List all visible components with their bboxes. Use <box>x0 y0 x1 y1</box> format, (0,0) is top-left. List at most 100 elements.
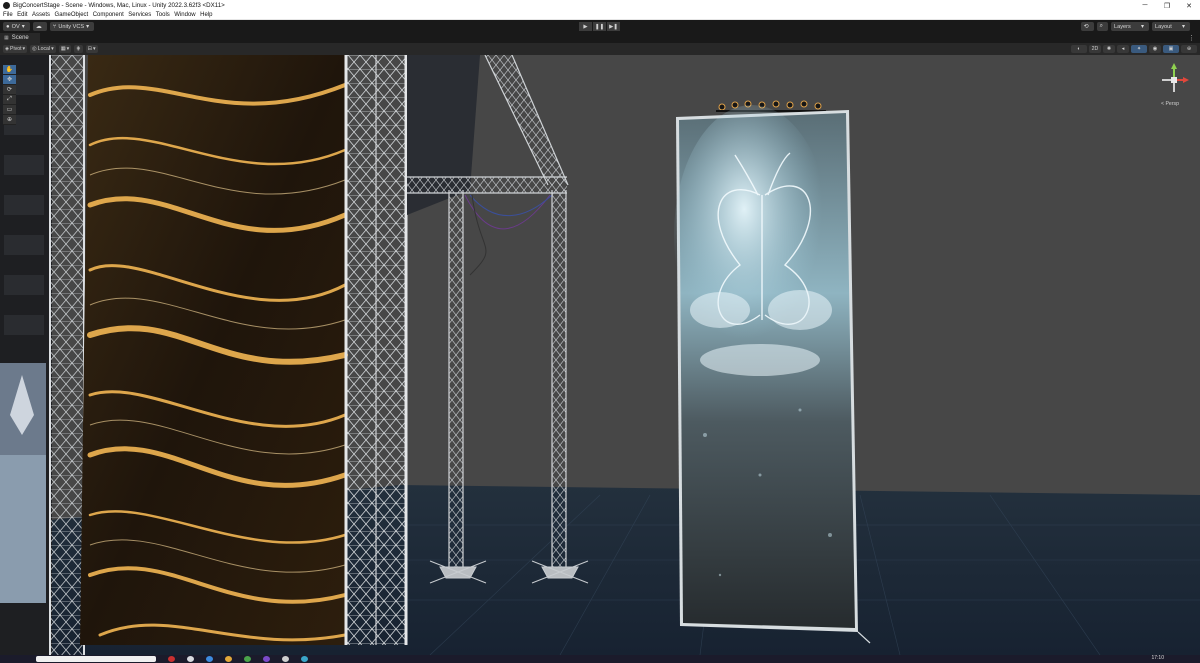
chevron-down-icon: ▾ <box>86 24 90 30</box>
tab-scene[interactable]: ▦ Scene <box>0 33 40 43</box>
account-button[interactable]: ● OV ▾ <box>3 22 30 31</box>
version-control-button[interactable]: ⑂ Unity VCS ▾ <box>49 22 95 31</box>
toolbar-right: ⟲ ⌕ Layers ▾ Layout ▾ <box>1078 22 1190 31</box>
menu-assets[interactable]: Assets <box>32 12 50 18</box>
branch-icon: ⑂ <box>52 23 57 30</box>
chevron-down-icon: ▾ <box>1181 24 1185 30</box>
hidden-objects-toggle[interactable]: ◉ <box>1149 45 1161 53</box>
light-bulb-icon: ✺ <box>1106 46 1112 52</box>
chevron-down-icon: ▾ <box>21 24 25 30</box>
eye-icon: ◉ <box>1152 46 1158 52</box>
snap-increment-button[interactable]: ⋕ <box>74 45 83 53</box>
scene-toolbar-right: ◐ 2D ✺ ◂ ✦ ◉ ▣ ⊕ <box>1069 45 1197 53</box>
app-icon[interactable] <box>187 656 194 662</box>
scene-tab-icon: ▦ <box>4 35 9 41</box>
chevron-down-icon: ▾ <box>66 46 70 52</box>
play-controls: ▶ ❚❚ ▶❚ <box>579 22 621 31</box>
app-icon[interactable] <box>244 656 251 662</box>
menu-window[interactable]: Window <box>174 12 195 18</box>
menu-services[interactable]: Services <box>128 12 151 18</box>
app-icon[interactable] <box>206 656 213 662</box>
cloud-button[interactable]: ☁ <box>32 22 47 31</box>
grid-snapping-button[interactable]: ▦ ▾ <box>58 45 72 53</box>
rect-icon[interactable]: ▭ <box>3 105 16 115</box>
gizmos-button[interactable]: ⊕ <box>1181 45 1197 53</box>
draw-mode-button[interactable]: ◐ <box>1071 45 1087 53</box>
ruler-icon: ⊟ <box>87 46 92 52</box>
search-button[interactable]: ⌕ <box>1096 22 1108 31</box>
step-button[interactable]: ▶❚ <box>607 22 620 31</box>
app-icon[interactable] <box>282 656 289 662</box>
hand-icon[interactable]: ✋ <box>3 65 16 75</box>
search-icon: ⌕ <box>1099 23 1103 29</box>
space-dropdown[interactable]: ◎ Local ▾ <box>30 45 56 53</box>
menu-component[interactable]: Component <box>93 12 124 18</box>
layout-label: Layout <box>1155 23 1172 30</box>
pivot-label: Pivot <box>10 46 22 52</box>
history-icon: ⟲ <box>1083 24 1089 30</box>
menu-tools[interactable]: Tools <box>156 12 170 18</box>
layers-label: Layers <box>1114 23 1131 30</box>
pivot-icon: ◈ <box>5 46 9 52</box>
tab-row: ▦ Scene ⋮ <box>0 33 1200 43</box>
chevron-down-icon: ▾ <box>51 46 54 52</box>
effects-toggle[interactable]: ✦ <box>1131 45 1147 53</box>
local-space-icon: ◎ <box>32 46 37 52</box>
main-toolbar: ● OV ▾ ☁ ⑂ Unity VCS ▾ ▶ ❚❚ ▶❚ ⟲ ⌕ Layer… <box>0 20 1200 33</box>
maximize-button[interactable]: ❐ <box>1156 0 1178 11</box>
mode-2d-button[interactable]: 2D <box>1089 45 1101 53</box>
app-icon[interactable] <box>168 656 175 662</box>
camera-settings-button[interactable]: ▣ <box>1163 45 1179 53</box>
chevron-down-icon: ▾ <box>92 46 96 52</box>
snap-icon: ⋕ <box>76 46 81 52</box>
scene-render <box>0 55 1200 655</box>
effects-icon: ✦ <box>1136 46 1142 52</box>
projection-toggle[interactable]: < Persp <box>1161 101 1179 107</box>
lighting-toggle[interactable]: ✺ <box>1103 45 1115 53</box>
gizmos-icon: ⊕ <box>1186 46 1192 52</box>
taskbar-search[interactable] <box>36 656 156 662</box>
menu-file[interactable]: File <box>3 12 13 18</box>
scene-tab-label: Scene <box>11 35 29 41</box>
move-icon[interactable]: ✥ <box>3 75 16 85</box>
layers-dropdown[interactable]: Layers ▾ <box>1111 22 1149 31</box>
chevron-down-icon: ▾ <box>1140 24 1144 30</box>
scale-icon[interactable]: ⤢ <box>3 95 16 105</box>
pause-button[interactable]: ❚❚ <box>593 22 606 31</box>
play-button[interactable]: ▶ <box>579 22 592 31</box>
app-icon[interactable] <box>225 656 232 662</box>
account-icon: ● <box>6 23 10 30</box>
app-icon[interactable] <box>263 656 270 662</box>
menu-edit[interactable]: Edit <box>17 12 27 18</box>
audio-toggle[interactable]: ◂ <box>1117 45 1129 53</box>
version-control-label: Unity VCS <box>58 23 85 30</box>
grid-icon: ▦ <box>60 46 66 52</box>
taskbar-clock: 17:10 <box>1151 655 1164 661</box>
chevron-down-icon: ▾ <box>22 46 26 52</box>
layout-dropdown[interactable]: Layout ▾ <box>1152 22 1190 31</box>
os-taskbar: 17:10 <box>0 655 1200 663</box>
window-controls: ─ ❐ ✕ <box>1134 0 1200 11</box>
close-button[interactable]: ✕ <box>1178 0 1200 11</box>
cloud-icon: ☁ <box>35 24 42 30</box>
unity-logo-icon <box>3 2 10 9</box>
rotate-icon[interactable]: ⟳ <box>3 85 16 95</box>
account-label: OV <box>11 23 20 30</box>
scene-toolbar: ◈ Pivot ▾ ◎ Local ▾ ▦ ▾ ⋕ ⊟ ▾ ◐ 2D ✺ ◂ ✦ <box>0 43 1200 55</box>
pivot-dropdown[interactable]: ◈ Pivot ▾ <box>3 45 28 53</box>
app-icon[interactable] <box>301 656 308 662</box>
shading-icon: ◐ <box>1077 46 1081 52</box>
mode-2d-label: 2D <box>1091 46 1099 52</box>
camera-icon: ▣ <box>1168 46 1174 52</box>
tools-overlay: ✋ ✥ ⟳ ⤢ ▭ ⊕ <box>3 65 16 125</box>
window-titlebar: BigConcertStage - Scene - Windows, Mac, … <box>0 0 1200 11</box>
menu-help[interactable]: Help <box>200 12 212 18</box>
transform-icon[interactable]: ⊕ <box>3 115 16 125</box>
incremental-snap-button[interactable]: ⊟ ▾ <box>85 45 98 53</box>
menu-gameobject[interactable]: GameObject <box>55 12 89 18</box>
minimize-button[interactable]: ─ <box>1134 0 1156 11</box>
more-options-icon[interactable]: ⋮ <box>1188 34 1195 42</box>
space-label: Local <box>37 46 51 52</box>
scene-viewport[interactable]: ✋ ✥ ⟳ ⤢ ▭ ⊕ < Persp <box>0 55 1200 655</box>
history-button[interactable]: ⟲ <box>1080 22 1094 31</box>
